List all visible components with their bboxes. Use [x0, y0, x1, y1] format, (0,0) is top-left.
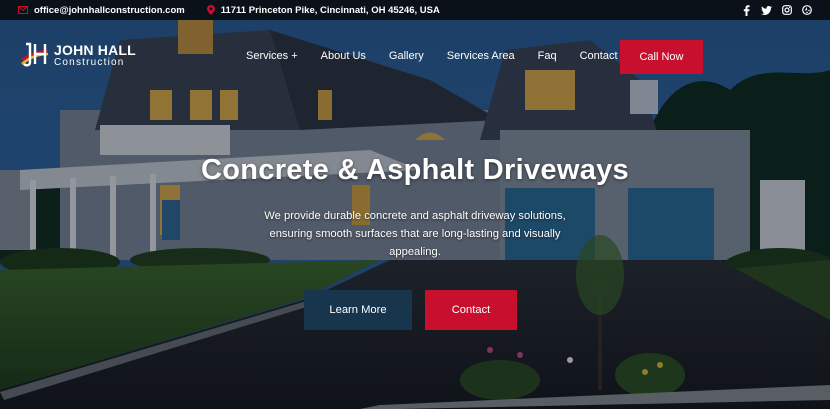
learn-more-button[interactable]: Learn More — [304, 290, 412, 330]
email-link[interactable]: office@johnhallconstruction.com — [18, 5, 185, 16]
site-header: JOHN HALL Construction Services + About … — [0, 20, 830, 92]
contact-button[interactable]: Contact — [425, 290, 517, 330]
logo-subtitle: Construction — [54, 56, 125, 68]
nav-item-contact[interactable]: Contact — [580, 50, 618, 62]
address-text: 11711 Princeton Pike, Cincinnati, OH 452… — [220, 4, 440, 16]
hero-title: Concrete & Asphalt Driveways — [201, 154, 629, 186]
envelope-icon — [18, 6, 28, 14]
facebook-icon[interactable] — [741, 4, 752, 16]
address-link[interactable]: 11711 Princeton Pike, Cincinnati, OH 452… — [206, 4, 440, 16]
map-pin-icon — [206, 5, 215, 15]
hero-description: We provide durable concrete and asphalt … — [264, 210, 566, 258]
social-links — [741, 4, 812, 16]
logo-mark-icon — [20, 42, 50, 68]
main-nav: Services + About Us Gallery Services Are… — [246, 50, 641, 62]
top-bar: office@johnhallconstruction.com 11711 Pr… — [0, 0, 830, 20]
instagram-icon[interactable] — [781, 5, 792, 16]
nav-item-services[interactable]: Services + — [246, 50, 298, 62]
nav-item-services-area[interactable]: Services Area — [447, 50, 515, 62]
logo[interactable]: JOHN HALL Construction — [20, 42, 136, 68]
nav-item-gallery[interactable]: Gallery — [389, 50, 424, 62]
logo-name: JOHN HALL — [54, 41, 136, 58]
yelp-icon[interactable] — [801, 5, 812, 16]
email-text: office@johnhallconstruction.com — [34, 4, 185, 16]
nav-item-about-us[interactable]: About Us — [321, 50, 366, 62]
call-now-button[interactable]: Call Now — [620, 40, 703, 74]
nav-item-faq[interactable]: Faq — [538, 50, 557, 62]
twitter-icon[interactable] — [761, 5, 772, 16]
